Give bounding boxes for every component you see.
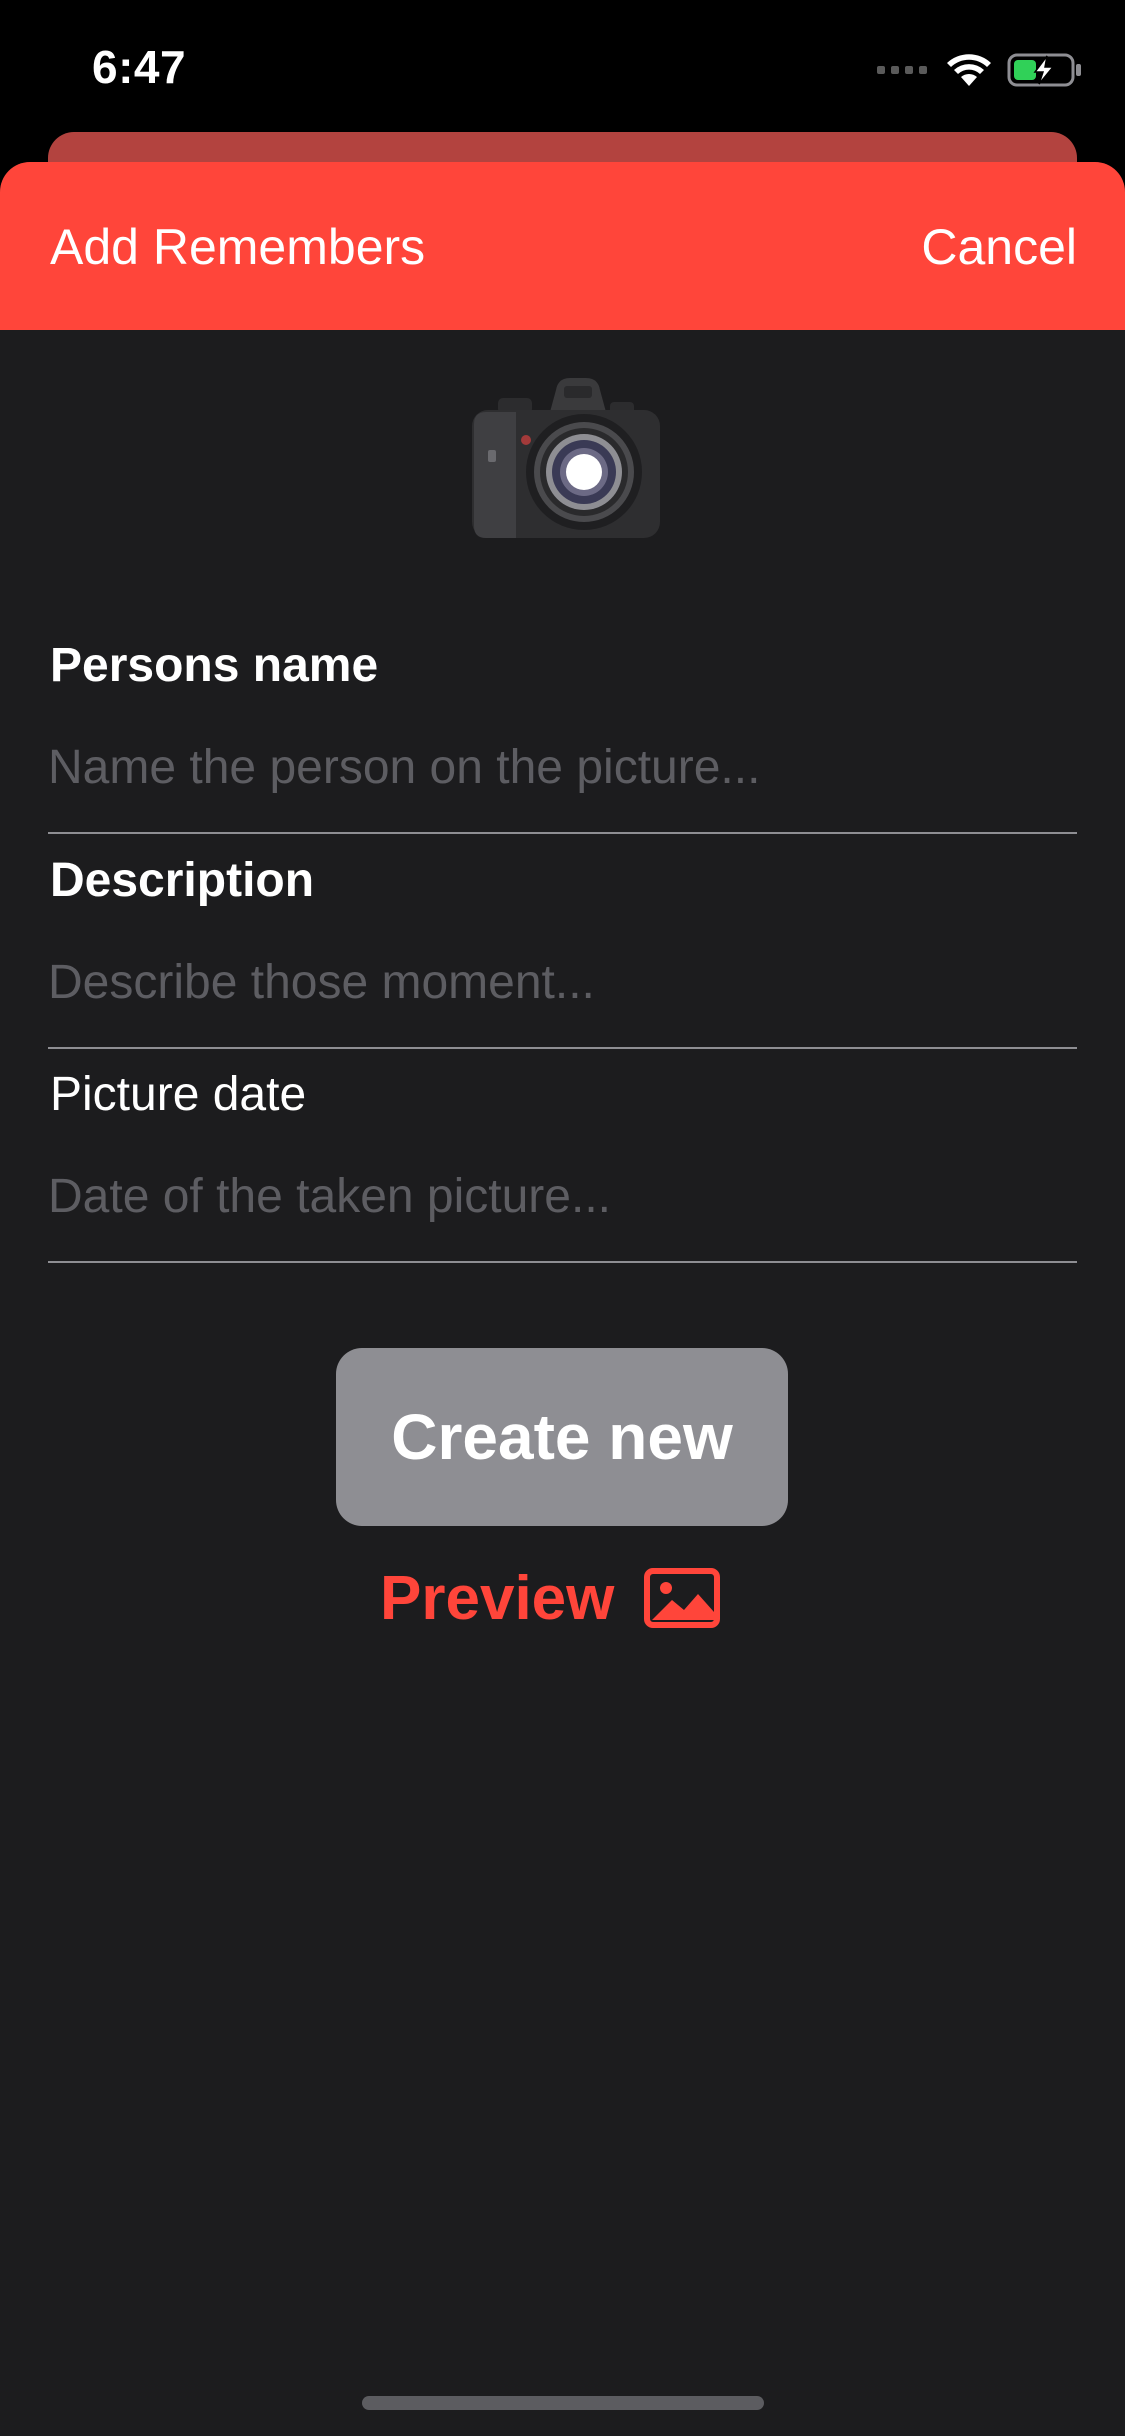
persons-name-label: Persons name <box>50 639 379 692</box>
preview-label: Preview <box>380 1563 615 1633</box>
photo-icon <box>644 1568 721 1628</box>
status-time: 6:47 <box>92 41 187 93</box>
cancel-button[interactable]: Cancel <box>921 218 1077 276</box>
add-remembers-sheet: Add Remembers Cancel Persons name Name t… <box>0 162 1125 2436</box>
picture-date-label: Picture date <box>50 1068 307 1121</box>
cellular-signal-icon <box>877 66 927 74</box>
description-label: Description <box>50 854 315 907</box>
home-indicator <box>362 2396 764 2410</box>
battery-charging-icon <box>1007 53 1081 87</box>
create-new-button[interactable]: Create new <box>336 1348 788 1526</box>
preview-button[interactable]: Preview <box>380 1558 721 1638</box>
wifi-icon <box>947 54 991 86</box>
sheet-title: Add Remembers <box>50 219 426 275</box>
description-input[interactable] <box>48 947 1077 1017</box>
status-bar: 6:47 <box>0 0 1125 132</box>
description-field: Description <box>48 837 1077 1049</box>
persons-name-field: Persons name <box>48 622 1077 834</box>
status-icons <box>877 50 1083 90</box>
picture-date-input[interactable] <box>48 1161 1077 1231</box>
picture-date-field: Picture date <box>48 1051 1077 1263</box>
camera-icon[interactable] <box>468 372 664 542</box>
sheet-header: Add Remembers Cancel <box>0 162 1125 330</box>
persons-name-input[interactable] <box>48 732 1077 802</box>
